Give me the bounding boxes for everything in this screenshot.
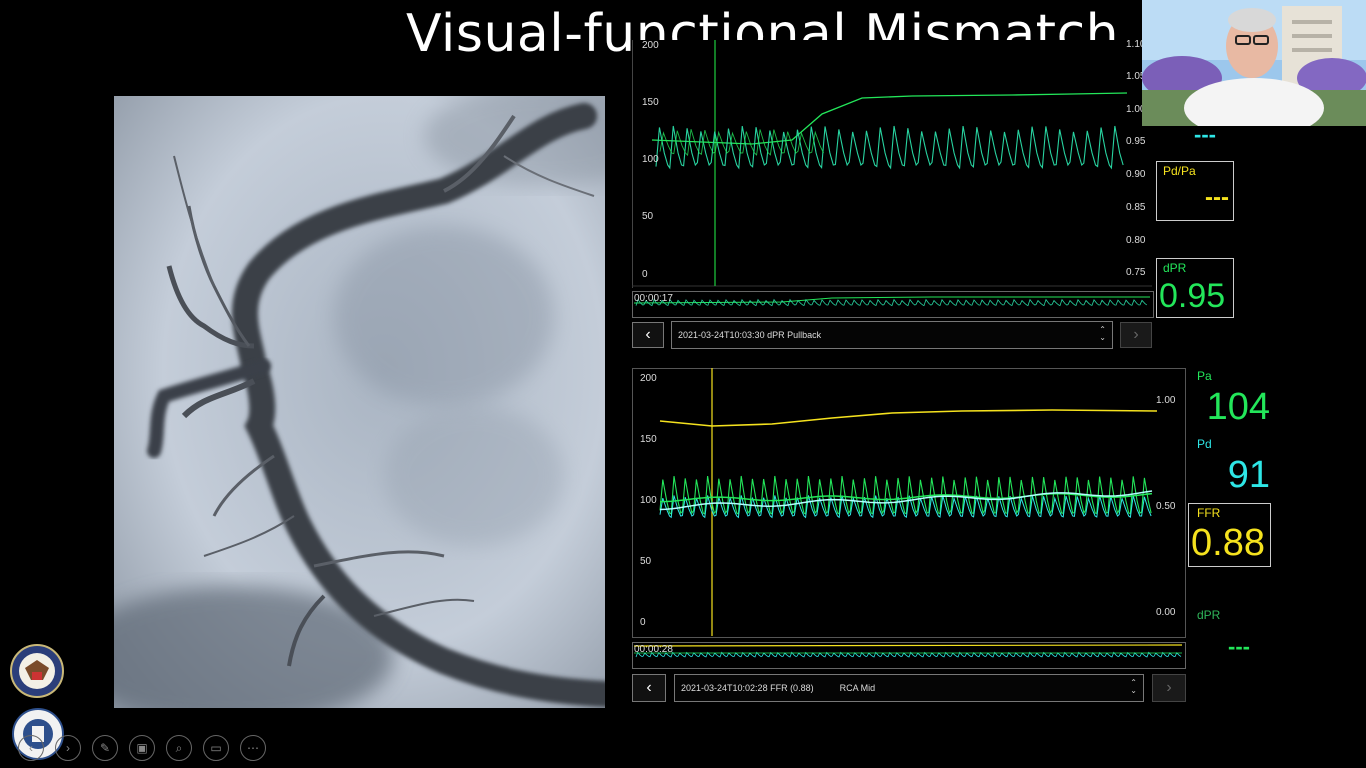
top-timer: 00:00:17 [634,293,673,304]
ffr-trace [659,368,1158,636]
axis-tick: 150 [640,434,657,445]
pen-icon[interactable]: ✎ [92,735,118,761]
zoom-icon[interactable]: ⌕ [166,735,192,761]
axis-tick: 0.95 [1126,136,1146,147]
pd-label: Pd [1197,437,1212,451]
axis-tick: 1.00 [1156,395,1176,406]
pdpa-label: Pd/Pa [1163,164,1196,178]
axis-tick: 50 [640,556,652,567]
pa-label: Pa [1197,369,1212,383]
axis-tick: 0.90 [1126,169,1146,180]
more-options-icon[interactable]: ⋯ [240,735,266,761]
subtitles-icon[interactable]: ▭ [203,735,229,761]
bottom-recording-label: 2021-03-24T10:02:28 FFR (0.88) [681,683,814,693]
bottom-dpr-value: --- [1228,634,1250,659]
bottom-recording-select[interactable]: 2021-03-24T10:02:28 FFR (0.88) RCA Mid ⌃… [674,674,1144,702]
ffr-label: FFR [1197,506,1221,520]
bottom-dpr-label: dPR [1197,608,1221,622]
va-seal-logo [10,644,64,698]
webcam-video [1142,0,1366,126]
axis-tick: 200 [642,40,659,51]
previous-slide-icon[interactable]: ‹ [18,735,44,761]
presentation-toolbar: ‹ › ✎ ▣ ⌕ ▭ ⋯ [18,735,266,761]
ffr-box: FFR 0.88 [1188,503,1271,567]
pd-value: 91 [1227,454,1270,496]
bottom-vessel-label: RCA Mid [839,683,876,693]
pdpa-box: Pd/Pa --- [1156,161,1234,221]
ffr-value: 0.88 [1191,522,1265,564]
dropdown-arrows-icon: ⌃ ⌄ [1099,325,1106,342]
pdpa-value: --- [1205,184,1229,211]
top-next-button[interactable]: › [1120,322,1152,348]
axis-tick: 150 [642,97,659,108]
dpr-label: dPR [1163,261,1187,275]
axis-tick: 0 [640,617,646,628]
axis-tick: 0.75 [1126,267,1146,278]
bottom-next-button[interactable]: › [1152,674,1186,702]
bottom-prev-button[interactable]: ‹ [632,674,666,702]
axis-tick: 0.00 [1156,607,1176,618]
slides-overview-icon[interactable]: ▣ [129,735,155,761]
axis-tick: 0.80 [1126,235,1146,246]
dpr-pullback-trace [632,40,1152,287]
angiogram-image [114,96,605,708]
next-slide-icon[interactable]: › [55,735,81,761]
dpr-box: dPR 0.95 [1156,258,1234,318]
dropdown-arrows-icon: ⌃ ⌄ [1130,678,1137,695]
top-prev-button[interactable]: ‹ [632,322,664,348]
top-overview-trace [633,296,1150,307]
axis-tick: 50 [642,211,654,222]
axis-tick: 100 [642,154,659,165]
axis-tick: 0.85 [1126,202,1146,213]
bottom-overview-trace [633,644,1183,658]
top-recording-select[interactable]: 2021-03-24T10:03:30 dPR Pullback ⌃ ⌄ [671,321,1113,349]
axis-tick: 0 [642,269,648,280]
bottom-timer: 00:00:28 [634,644,673,655]
axis-tick: 0.50 [1156,501,1176,512]
pa-value: 104 [1206,386,1270,428]
dpr-value: 0.95 [1159,277,1226,315]
top-recording-label: 2021-03-24T10:03:30 dPR Pullback [678,330,822,340]
axis-tick: 200 [640,373,657,384]
axis-tick: 100 [640,495,657,506]
